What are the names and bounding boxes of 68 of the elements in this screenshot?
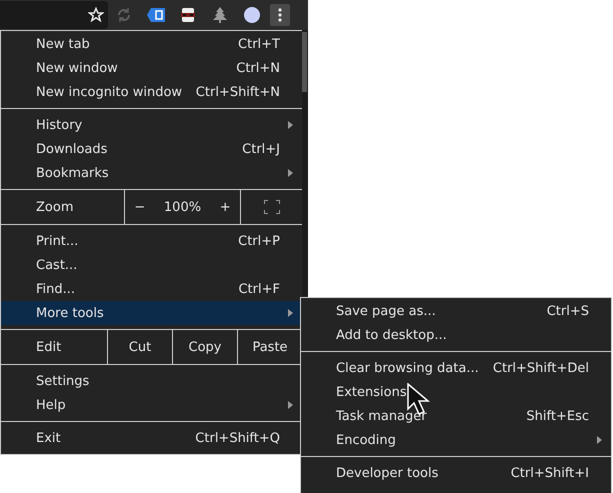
scrollbar-thumb[interactable]: [302, 32, 307, 92]
menu-item[interactable]: Exit Ctrl+Shift+Q: [1, 426, 302, 450]
menu-item[interactable]: Extensions: [301, 380, 611, 404]
menu-item-label: Find...: [36, 282, 76, 296]
shortcut-text: Ctrl+Shift+Del: [492, 360, 589, 376]
shortcut-text: Ctrl+Shift+Q: [195, 430, 280, 446]
shortcut-text: Ctrl+Shift+I: [510, 466, 589, 480]
menu-item-label: Exit: [36, 430, 62, 446]
edit-label: Edit: [36, 340, 62, 354]
menu-button[interactable]: [270, 4, 290, 26]
menu-item[interactable]: New window Ctrl+N: [1, 56, 302, 80]
menu-item[interactable]: Find... Ctrl+F: [1, 277, 302, 301]
menu-item-label: History: [36, 118, 84, 132]
menu-item[interactable]: New tab Ctrl+T: [1, 32, 302, 56]
menu-item-label: Bookmarks: [36, 166, 110, 180]
menu-item-label: Downloads: [36, 142, 108, 156]
menu-item-label: Encoding: [336, 432, 397, 448]
menu-item[interactable]: Developer tools Ctrl+Shift+I: [301, 461, 611, 485]
menu-item-label: New tab: [36, 36, 91, 52]
shortcut-text: Ctrl+P: [238, 234, 280, 248]
menu-item-label: Settings: [36, 374, 90, 388]
menu-item-label: Help: [36, 398, 67, 412]
shortcut-text: Ctrl+Shift+N: [196, 84, 280, 100]
edit-action-button[interactable]: Cut: [108, 330, 173, 364]
shortcut-text: Ctrl+S: [546, 304, 589, 318]
menu-item-label: Print...: [36, 234, 80, 248]
menu-item-label: Cast...: [36, 258, 78, 272]
menu-item[interactable]: Downloads Ctrl+J: [1, 137, 302, 161]
menu-icon: [278, 8, 282, 22]
zoom-in-button[interactable]: +: [216, 198, 235, 216]
shortcut-text: Ctrl+T: [238, 36, 280, 52]
menu-item[interactable]: Cast...: [1, 253, 302, 277]
menu-item[interactable]: More tools: [1, 301, 302, 325]
shortcut-text: Ctrl+J: [242, 142, 280, 156]
edit-action-button[interactable]: Paste: [238, 330, 302, 364]
shortcut-text: Shift+Esc: [526, 408, 589, 424]
zoom-label: Zoom: [36, 200, 74, 214]
fullscreen-icon[interactable]: [264, 200, 280, 214]
zoom-level: 100%: [162, 198, 202, 216]
menu-item[interactable]: Settings: [1, 369, 302, 393]
star-icon[interactable]: [88, 7, 104, 23]
tree-icon[interactable]: [213, 7, 227, 23]
menu-item[interactable]: Print... Ctrl+P: [1, 229, 302, 253]
shortcut-text: Ctrl+F: [238, 282, 280, 296]
menu-item[interactable]: Bookmarks: [1, 161, 302, 185]
menu-item[interactable]: Help: [1, 393, 302, 417]
menu-item-label: Clear browsing data...: [336, 360, 480, 376]
menu-item[interactable]: Add to desktop...: [301, 323, 611, 347]
menu-item-label: Task manager: [336, 408, 428, 424]
menu-item[interactable]: Encoding: [301, 428, 611, 452]
avatar-icon[interactable]: [244, 7, 260, 23]
menu-item[interactable]: New incognito window Ctrl+Shift+N: [1, 80, 302, 104]
menu-item[interactable]: History: [1, 113, 302, 137]
menu-item-label: Add to desktop...: [336, 328, 448, 342]
zoom-out-button[interactable]: −: [130, 198, 150, 216]
menu-item-label: More tools: [36, 306, 105, 320]
tag-icon[interactable]: [147, 8, 165, 22]
menu-item[interactable]: Clear browsing data... Ctrl+Shift+Del: [301, 356, 611, 380]
mask-icon[interactable]: [180, 7, 196, 23]
menu-item-label: New window: [36, 60, 119, 76]
shortcut-text: Ctrl+N: [236, 60, 280, 76]
menu-item[interactable]: Task manager Shift+Esc: [301, 404, 611, 428]
menu-item-label: Developer tools: [336, 466, 440, 480]
edit-action-button[interactable]: Copy: [173, 330, 238, 364]
menu-item-label: Save page as...: [336, 304, 437, 318]
menu-item-label: Extensions: [336, 384, 408, 400]
menu-item-label: New incognito window: [36, 84, 184, 100]
menu-item[interactable]: Save page as... Ctrl+S: [301, 299, 611, 323]
